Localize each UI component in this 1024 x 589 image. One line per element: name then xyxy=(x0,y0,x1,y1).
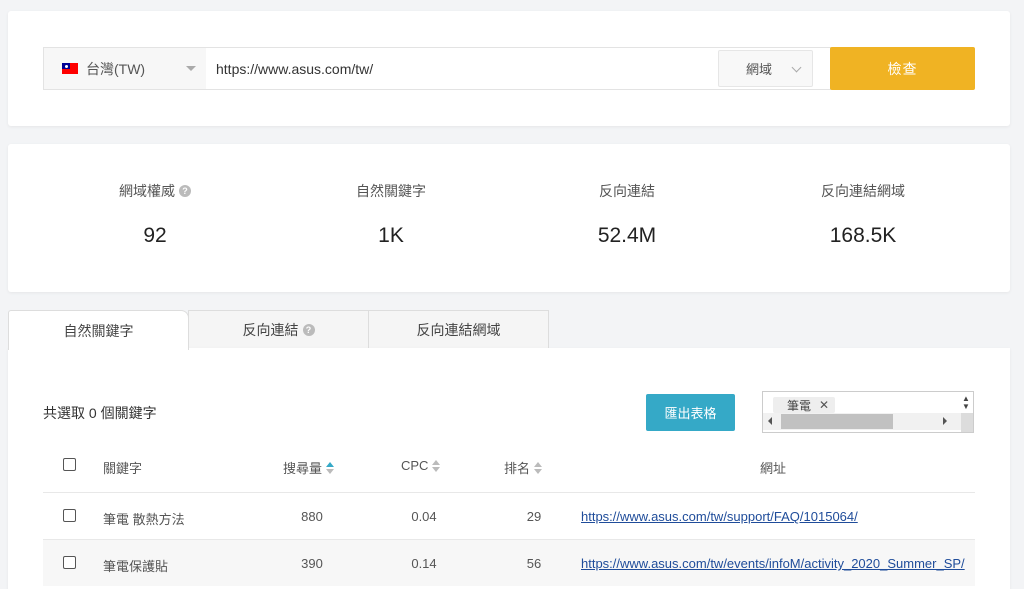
selected-count-text: 共選取 0 個關鍵字 xyxy=(43,405,157,421)
metric-value: 52.4M xyxy=(597,224,657,247)
help-icon[interactable]: ? xyxy=(179,185,191,197)
table-row: 筆電保護貼 390 0.14 56 https://www.asus.com/t… xyxy=(43,539,975,586)
sort-icon[interactable] xyxy=(432,459,441,472)
search-card: 台灣(TW) 網域 檢查 xyxy=(8,11,1010,126)
country-select[interactable]: 台灣(TW) xyxy=(43,47,207,90)
metric-label: 反向連結網域 xyxy=(821,183,905,199)
caret-down-icon xyxy=(186,66,196,71)
column-header-volume[interactable]: 搜尋量 xyxy=(283,458,335,477)
column-header-label: 搜尋量 xyxy=(283,461,323,476)
column-header-label: 關鍵字 xyxy=(103,461,143,476)
metric-value: 168.5K xyxy=(829,224,897,247)
keyword-cell: 筆電保護貼 xyxy=(103,559,169,574)
url-link[interactable]: https://www.asus.com/tw/support/FAQ/1015… xyxy=(581,509,858,524)
keyword-cell: 筆電 散熱方法 xyxy=(103,512,185,527)
filter-tag[interactable]: 筆電 ✕ xyxy=(773,397,836,413)
column-header-label: CPC xyxy=(401,458,429,473)
column-header-label: 排名 xyxy=(504,461,531,476)
tab-organic-keywords[interactable]: 自然關鍵字 xyxy=(8,310,189,350)
rank-cell: 29 xyxy=(526,509,542,524)
scroll-right-icon[interactable] xyxy=(943,417,947,425)
table-row: 筆電 散熱方法 880 0.04 29 https://www.asus.com… xyxy=(43,492,975,539)
chevron-down-icon xyxy=(791,62,802,73)
column-header-label: 網址 xyxy=(760,461,787,476)
row-checkbox[interactable] xyxy=(63,556,76,569)
volume-cell: 390 xyxy=(301,556,323,571)
scope-select[interactable]: 網域 xyxy=(718,50,813,87)
url-link[interactable]: https://www.asus.com/tw/events/infoM/act… xyxy=(581,556,965,571)
column-header-keyword: 關鍵字 xyxy=(103,458,142,477)
metric-label: 自然關鍵字 xyxy=(356,183,426,199)
column-header-url: 網址 xyxy=(760,458,786,477)
check-button[interactable]: 檢查 xyxy=(830,47,975,90)
scroll-left-icon[interactable] xyxy=(768,417,772,425)
scrollbar-corner xyxy=(961,413,973,432)
metrics-card: 網域權威 ? 92 自然關鍵字 1K 反向連結 52.4M 反向連結網域 168… xyxy=(8,144,1010,292)
column-header-cpc[interactable]: CPC xyxy=(401,458,441,473)
tab-label: 反向連結網域 xyxy=(416,321,501,338)
close-icon[interactable]: ✕ xyxy=(819,398,829,412)
scrollbar-thumb[interactable] xyxy=(781,414,893,429)
tab-label: 自然關鍵字 xyxy=(63,322,134,339)
scope-label: 網域 xyxy=(746,62,773,77)
metric-label: 反向連結 xyxy=(599,183,655,199)
row-checkbox[interactable] xyxy=(63,509,76,522)
sort-icon[interactable] xyxy=(326,461,335,474)
spinner-arrows-icon[interactable]: ▲ ▼ xyxy=(961,395,971,411)
cpc-cell: 0.14 xyxy=(411,556,437,571)
help-icon[interactable]: ? xyxy=(302,323,315,336)
export-table-button[interactable]: 匯出表格 xyxy=(646,394,735,431)
country-label: 台灣(TW) xyxy=(86,60,146,77)
keywords-panel: 共選取 0 個關鍵字 匯出表格 筆電 ✕ ▲ ▼ 關鍵字 搜尋量 CPC 排名 網… xyxy=(8,348,1010,589)
metric-label: 網域權威 xyxy=(119,183,175,199)
tab-referring-domains[interactable]: 反向連結網域 xyxy=(368,310,549,349)
cpc-cell: 0.04 xyxy=(411,509,437,524)
metric-value: 92 xyxy=(143,224,167,247)
sort-icon[interactable] xyxy=(534,461,543,474)
taiwan-flag-icon xyxy=(62,63,78,74)
volume-cell: 880 xyxy=(301,509,323,524)
horizontal-scrollbar[interactable] xyxy=(763,413,961,430)
tab-label: 反向連結 xyxy=(242,321,299,338)
column-header-rank[interactable]: 排名 xyxy=(504,458,543,477)
select-all-checkbox[interactable] xyxy=(63,458,76,471)
keyword-filter-select[interactable]: 筆電 ✕ ▲ ▼ xyxy=(762,391,974,433)
rank-cell: 56 xyxy=(526,556,542,571)
metric-value: 1K xyxy=(378,224,404,247)
tab-backlinks[interactable]: 反向連結 ? xyxy=(188,310,369,349)
filter-tag-label: 筆電 xyxy=(787,398,812,413)
